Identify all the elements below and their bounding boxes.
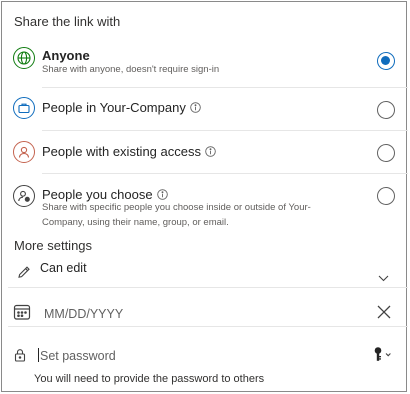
option-choose-radio[interactable] [377,187,395,205]
info-icon[interactable] [190,101,201,116]
share-section-title: Share the link with [14,14,121,29]
option-company-title: People in Your-Company [42,100,201,116]
option-anyone[interactable]: Anyone Share with anyone, doesn't requir… [2,44,408,84]
option-anyone-radio[interactable] [377,52,395,70]
option-existing-label: People with existing access [42,144,201,159]
divider [8,326,408,327]
calendar-icon[interactable] [13,303,31,326]
option-anyone-title: Anyone [42,48,90,63]
more-settings-title: More settings [14,238,93,253]
person-icon [13,141,35,163]
permission-label: Can edit [40,261,87,275]
password-row: Set password [2,340,408,370]
option-company-radio[interactable] [377,101,395,119]
lock-icon [14,348,26,367]
expiry-date-row: MM/DD/YYYY [2,298,408,328]
chevron-down-icon [378,269,389,287]
option-people-in-company[interactable]: People in Your-Company [2,94,408,126]
info-icon[interactable] [205,145,216,160]
option-people-you-choose[interactable]: People you choose Share with specific pe… [2,182,408,234]
password-hint: You will need to provide the password to… [34,373,265,385]
share-settings-panel: Share the link with Anyone Share with an… [1,1,408,392]
option-company-label: People in Your-Company [42,100,186,115]
pencil-icon [17,265,31,284]
divider [42,87,408,88]
option-existing-radio[interactable] [377,144,395,162]
key-icon[interactable] [373,346,393,367]
password-placeholder: Set password [40,349,116,363]
password-input[interactable]: Set password [38,348,116,363]
permission-dropdown[interactable]: Can edit [2,258,408,286]
divider [42,130,408,131]
option-existing-access[interactable]: People with existing access [2,138,408,170]
option-existing-title: People with existing access [42,144,216,160]
globe-icon [13,47,35,69]
clear-date-icon[interactable] [376,304,392,325]
expiry-date-input[interactable]: MM/DD/YYYY [44,307,123,321]
text-cursor [38,348,39,362]
divider [42,173,408,174]
option-choose-description: Share with specific people you choose in… [42,202,311,228]
person-settings-icon [13,185,35,207]
briefcase-icon [13,97,35,119]
divider [8,287,408,288]
option-anyone-description: Share with anyone, doesn't require sign-… [42,64,220,75]
